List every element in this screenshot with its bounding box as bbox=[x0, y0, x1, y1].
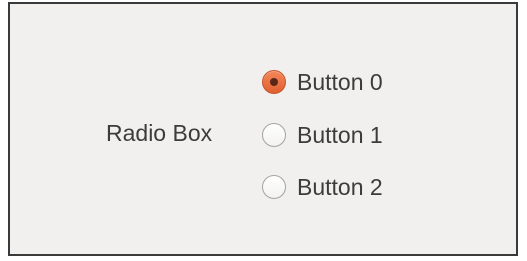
radio-dot-icon bbox=[270, 78, 278, 86]
radio-option-label: Button 0 bbox=[297, 69, 383, 95]
radio-option-button-0[interactable]: Button 0 bbox=[262, 67, 383, 97]
radio-option-button-1[interactable]: Button 1 bbox=[262, 120, 383, 150]
radio-unchecked-icon[interactable] bbox=[262, 175, 286, 199]
radio-checked-icon[interactable] bbox=[262, 70, 286, 94]
radio-unchecked-icon[interactable] bbox=[262, 123, 286, 147]
radio-option-label: Button 1 bbox=[297, 122, 383, 148]
radio-option-label: Button 2 bbox=[297, 174, 383, 200]
radio-option-button-2[interactable]: Button 2 bbox=[262, 172, 383, 202]
radio-box-label: Radio Box bbox=[106, 120, 213, 146]
window: Radio Box Button 0 Button 1 Button 2 bbox=[8, 2, 518, 256]
